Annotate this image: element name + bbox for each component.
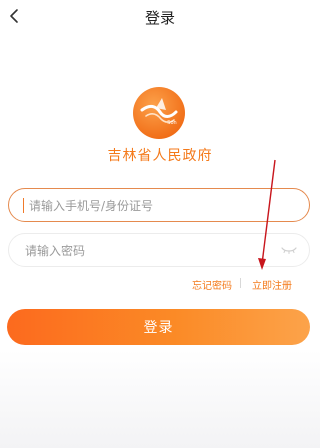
jilin-government-logo: Son xyxy=(133,87,185,139)
link-divider xyxy=(240,278,241,288)
password-field[interactable] xyxy=(8,233,310,268)
organization-name: 吉林省人民政府 xyxy=(107,148,213,164)
account-input[interactable] xyxy=(27,189,281,223)
annotation-arrow xyxy=(258,159,276,270)
login-button[interactable]: 登录 xyxy=(7,309,310,345)
page-title: 登录 xyxy=(144,9,175,27)
forgot-password-link[interactable]: 忘记密码 xyxy=(192,277,232,292)
password-input[interactable] xyxy=(23,234,277,268)
text-caret xyxy=(23,198,24,213)
register-link[interactable]: 立即注册 xyxy=(252,277,292,292)
navigation-bar: 登录 xyxy=(0,0,320,34)
logo-text: Son xyxy=(167,120,176,126)
eye-closed-icon[interactable] xyxy=(281,244,297,256)
login-screen: 登录 Son 吉林省人民政府 忘记密码 立即注册 登录 xyxy=(0,0,320,448)
account-field[interactable] xyxy=(8,188,310,223)
auth-links: 忘记密码 立即注册 xyxy=(0,277,320,292)
